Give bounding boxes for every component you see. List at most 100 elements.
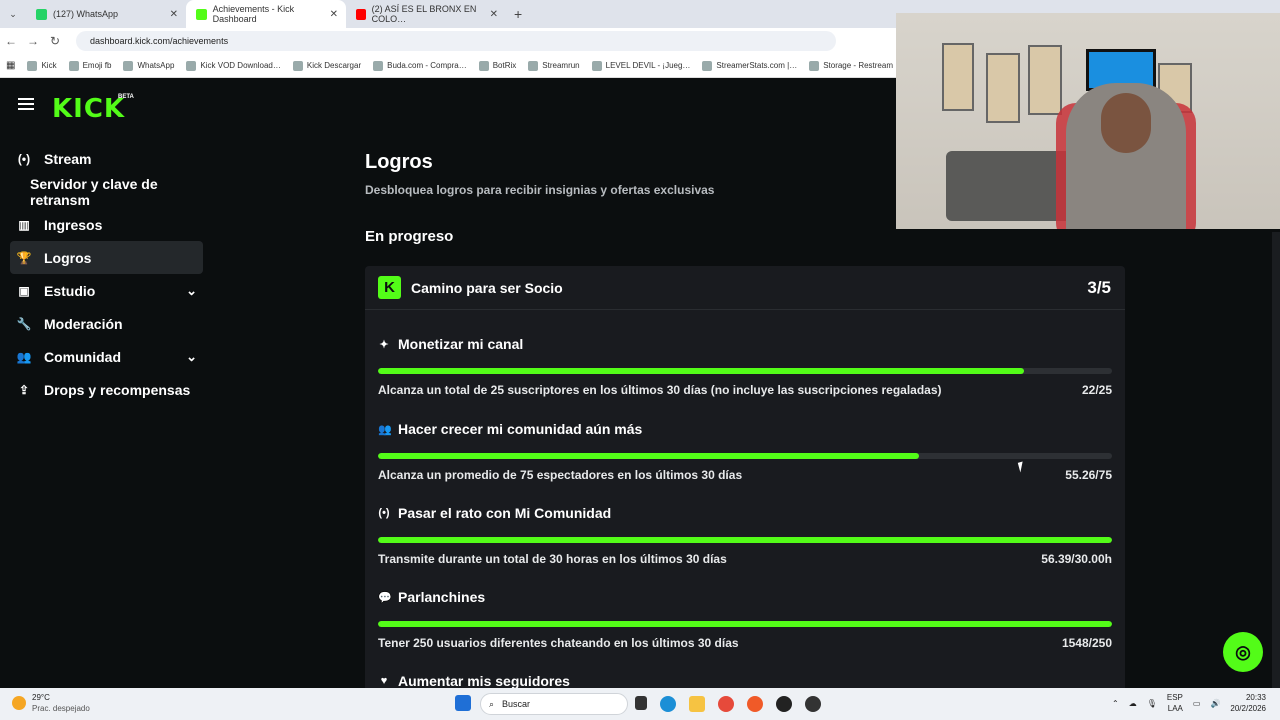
goal-value: 22/25 xyxy=(1081,383,1112,397)
tab-achievements[interactable]: Achievements - Kick Dashboard ✕ xyxy=(186,0,346,28)
bookmark-item[interactable]: StreamerStats.com |… xyxy=(702,60,797,71)
sidebar: (•) Stream Servidor y clave de retransm ▥ In… xyxy=(10,142,203,406)
media-player-icon[interactable] xyxy=(776,696,792,712)
sidebar-item-label: Logros xyxy=(44,249,92,266)
taskbar-search[interactable]: ⌕ Buscar xyxy=(480,693,628,715)
bookmark-icon xyxy=(27,60,38,71)
close-tab-icon[interactable]: ✕ xyxy=(490,9,498,20)
sidebar-item-label: Estudio xyxy=(44,282,96,299)
reload-icon[interactable]: ↻ xyxy=(44,34,66,48)
tab-youtube[interactable]: (2) ASÍ ES EL BRONX EN COLO… ✕ xyxy=(346,0,506,28)
help-chat-button[interactable]: ◎ xyxy=(1223,632,1263,672)
achievement-goal: (•) Pasar el rato con Mi Comunidad Transmi… xyxy=(378,505,1112,566)
sparkle-icon: ✦ xyxy=(379,338,389,351)
sidebar-item[interactable]: ▣ Estudio ⌄ xyxy=(10,274,203,307)
sidebar-item-label: Servidor y clave de retransm xyxy=(30,175,158,208)
whatsapp-icon xyxy=(36,8,47,20)
progress-fill xyxy=(378,453,919,459)
achievement-goal: 💬 Parlanchines Tener 250 usuarios diferent… xyxy=(378,589,1112,650)
sidebar-item[interactable]: Servidor y clave de retransm xyxy=(10,175,203,208)
chevron-up-icon[interactable]: ⌃ xyxy=(1112,699,1119,708)
mic-icon[interactable]: 🎙 xyxy=(1147,699,1157,708)
bookmark-icon xyxy=(373,60,384,71)
goal-title: Parlanchines xyxy=(398,589,486,605)
clock[interactable]: 20:33 20/2/2026 xyxy=(1230,692,1266,714)
progress-fill xyxy=(378,621,1112,627)
chrome-icon[interactable] xyxy=(718,696,734,712)
card-count: 3/5 xyxy=(1087,277,1111,297)
edge-icon[interactable] xyxy=(660,696,676,712)
bookmark-item[interactable]: Kick VOD Download… xyxy=(186,60,281,71)
obs-icon[interactable] xyxy=(805,696,821,712)
bookmark-icon xyxy=(68,60,79,71)
goal-value: 56.39/30.00h xyxy=(1041,552,1112,566)
community-icon: 👥 xyxy=(16,349,32,364)
taskview-icon[interactable] xyxy=(635,696,647,710)
bookmark-item[interactable]: WhatsApp xyxy=(123,60,174,71)
bookmark-icon xyxy=(123,60,134,71)
forward-icon[interactable]: → xyxy=(22,34,44,48)
bookmark-item[interactable]: Emoji fb xyxy=(68,60,111,71)
sidebar-item[interactable]: ⇪ Drops y recompensas xyxy=(10,373,203,406)
tab-whatsapp[interactable]: (127) WhatsApp ✕ xyxy=(26,0,186,28)
bookmark-item[interactable]: Storage - Restream xyxy=(809,60,893,71)
taskbar-icons xyxy=(455,695,471,711)
start-icon[interactable] xyxy=(455,695,471,711)
card-title: Camino para ser Socio xyxy=(411,279,563,296)
new-tab-button[interactable]: + xyxy=(506,6,530,22)
close-tab-icon[interactable]: ✕ xyxy=(330,9,338,20)
bookmark-icon xyxy=(591,60,602,71)
sidebar-item[interactable]: 🏆 Logros xyxy=(10,241,203,274)
bookmark-item[interactable]: Kick xyxy=(27,60,57,71)
users-icon: 👥 xyxy=(378,423,392,436)
close-tab-icon[interactable]: ✕ xyxy=(170,9,178,20)
goal-description: Tener 250 usuarios diferentes chateando … xyxy=(378,636,739,650)
url-input[interactable]: dashboard.kick.com/achievements xyxy=(76,31,836,51)
bookmark-icon xyxy=(809,60,820,71)
scrollbar[interactable] xyxy=(1272,232,1280,692)
goal-value: 1548/250 xyxy=(1061,636,1112,650)
bookmark-item[interactable]: Kick Descargar xyxy=(292,60,361,71)
sidebar-item-label: Ingresos xyxy=(44,216,103,233)
progress-bar xyxy=(378,453,1112,459)
kick-logo[interactable]: KICK xyxy=(52,94,125,124)
bookmark-item[interactable]: Streamrun xyxy=(528,60,580,71)
sidebar-item-label: Moderación xyxy=(44,315,123,332)
system-tray: ⌃ ☁ 🎙 ESP LAA ▭ 🔊 20:33 20/2/2026 xyxy=(1112,692,1266,714)
chevron-down-icon[interactable]: ⌄ xyxy=(186,349,197,365)
bookmark-icon xyxy=(292,60,303,71)
apps-icon[interactable]: ▦ xyxy=(6,60,15,71)
explorer-icon[interactable] xyxy=(689,696,705,712)
bookmark-item[interactable]: BotRix xyxy=(478,60,516,71)
goal-title: Hacer crecer mi comunidad aún más xyxy=(398,421,643,437)
studio-icon: ▣ xyxy=(18,283,30,298)
bookmark-item[interactable]: LEVEL DEVIL - ¡Jueg… xyxy=(591,60,690,71)
sidebar-item[interactable]: ▥ Ingresos xyxy=(10,208,203,241)
volume-icon[interactable]: 🔊 xyxy=(1210,699,1220,708)
language-indicator[interactable]: ESP LAA xyxy=(1167,692,1183,714)
goal-description: Transmite durante un total de 30 horas e… xyxy=(378,552,727,566)
heart-icon: ♥ xyxy=(380,675,388,687)
page-subtitle: Desbloquea logros para recibir insignias… xyxy=(365,183,715,197)
tab-search-icon[interactable]: ⌄ xyxy=(0,9,26,20)
bookmark-icon xyxy=(702,60,713,71)
windows-taskbar: 29°C Prac. despejado ⌕ Buscar ⌃ ☁ 🎙 ESP LAA… xyxy=(0,688,1280,720)
chevron-down-icon[interactable]: ⌄ xyxy=(186,283,197,299)
weather-widget[interactable]: 29°C Prac. despejado xyxy=(12,692,90,714)
sidebar-item[interactable]: (•) Stream xyxy=(10,142,203,175)
sidebar-item[interactable]: 🔧 Moderación xyxy=(10,307,203,340)
bookmark-item[interactable]: Buda.com - Compra… xyxy=(373,60,467,71)
wall-poster xyxy=(1028,45,1062,115)
sidebar-item[interactable]: 👥 Comunidad ⌄ xyxy=(10,340,203,373)
cloud-icon[interactable]: ☁ xyxy=(1129,699,1137,708)
menu-icon[interactable] xyxy=(18,98,34,110)
back-icon[interactable]: ← xyxy=(0,34,22,48)
network-icon[interactable]: ▭ xyxy=(1193,699,1201,708)
wall-poster xyxy=(942,43,974,111)
weather-icon xyxy=(12,696,26,710)
goal-title: Pasar el rato con Mi Comunidad xyxy=(398,505,612,521)
card-header[interactable]: K Camino para ser Socio 3/5 xyxy=(365,266,1125,310)
bookmark-icon xyxy=(186,60,197,71)
brave-icon[interactable] xyxy=(747,696,763,712)
kick-icon xyxy=(196,8,207,20)
